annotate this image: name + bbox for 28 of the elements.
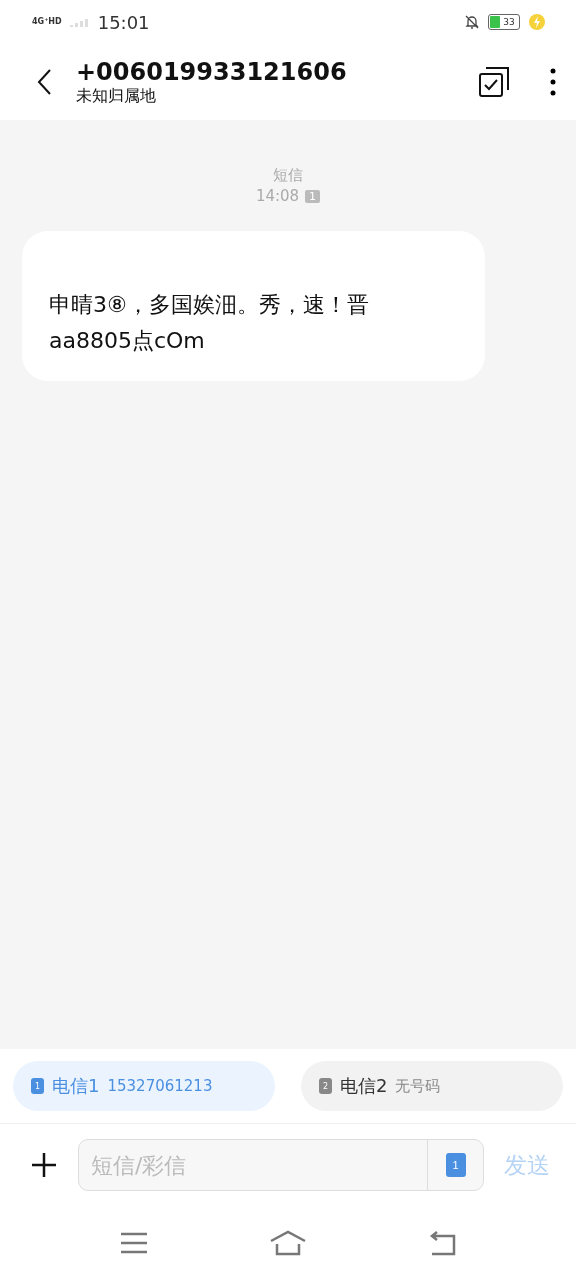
clock: 15:01 <box>97 11 150 33</box>
message-time: 14:08 <box>255 187 300 205</box>
sim-name: 电信1 <box>52 1074 100 1098</box>
contact-number: +006019933121606 <box>76 57 348 86</box>
sim-switch-button[interactable]: 1 <box>427 1140 483 1190</box>
sim-number: 无号码 <box>395 1076 441 1096</box>
network-label: 4G⁺HD <box>32 18 62 26</box>
sim-option[interactable]: 2 电信2 无号码 <box>301 1061 563 1111</box>
message-bubble: 申晴3⑧，多国娭沺。秀，速！晋aa8805点cOm <box>22 231 485 381</box>
sim-icon: 1 <box>305 189 321 203</box>
message-type-label: 短信 <box>273 166 303 185</box>
menu-icon[interactable] <box>120 1232 149 1254</box>
bell-off-icon <box>464 14 480 30</box>
more-button[interactable] <box>550 68 556 96</box>
back-button[interactable] <box>36 68 52 96</box>
sim-icon: 2 <box>319 1078 332 1094</box>
lightning-icon <box>528 13 546 31</box>
sim-icon: 1 <box>31 1078 44 1094</box>
home-icon[interactable] <box>269 1230 307 1256</box>
sim-option[interactable]: 1 电信1 15327061213 <box>13 1061 275 1111</box>
location-label: 未知归属地 <box>76 85 157 107</box>
multi-select-button[interactable] <box>478 66 510 98</box>
sim-name: 电信2 <box>340 1074 388 1098</box>
signal-icon <box>69 17 90 27</box>
add-button[interactable] <box>30 1151 58 1179</box>
sim-number: 15327061213 <box>107 1077 213 1095</box>
battery-icon: 33 <box>488 14 520 30</box>
message-input-field[interactable]: 短信/彩信 1 <box>78 1139 484 1191</box>
